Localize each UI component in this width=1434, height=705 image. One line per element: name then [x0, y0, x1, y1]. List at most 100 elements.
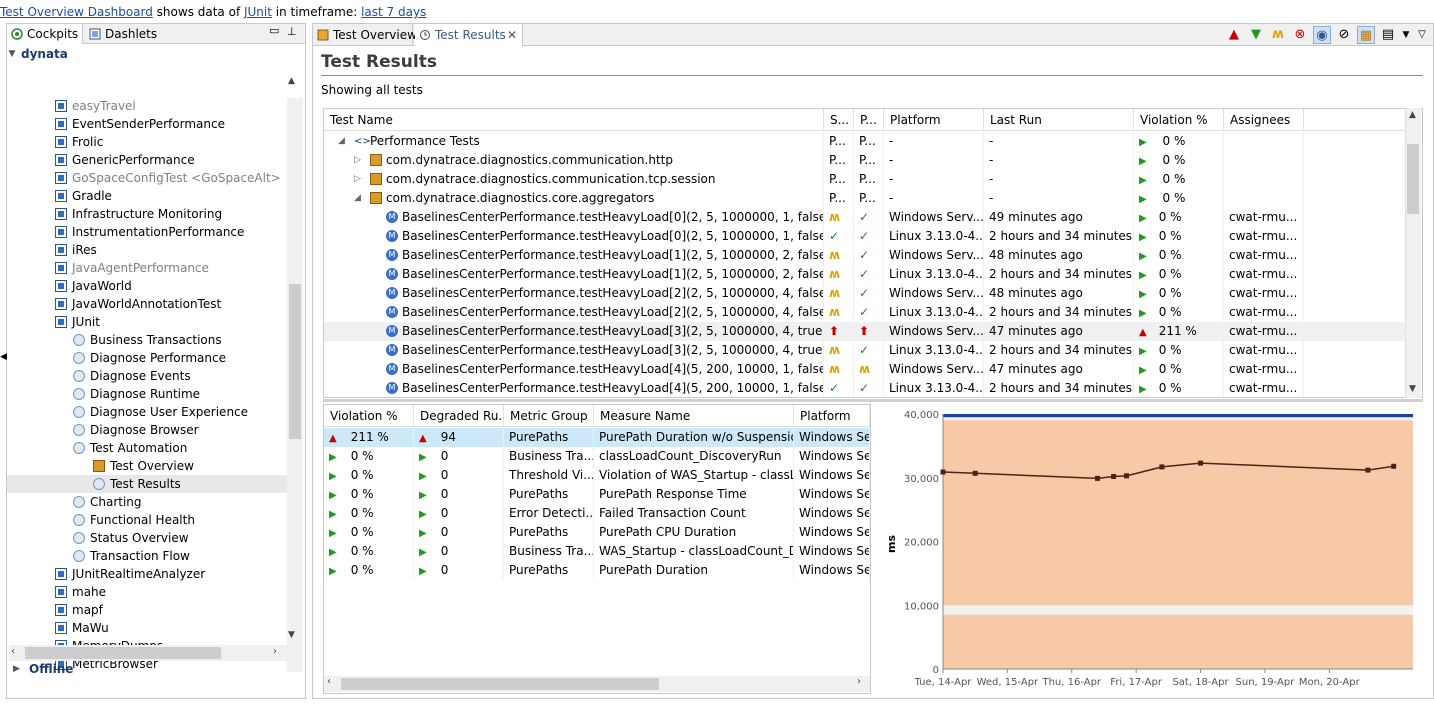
- tree-item[interactable]: JavaWorldAnnotationTest: [7, 295, 287, 313]
- table-row[interactable]: ▶ 0 % ▶ 0 Threshold Vi... Violation of WAS_St…: [324, 466, 870, 485]
- expand-arrow-icon[interactable]: ▷: [354, 170, 361, 189]
- table-row[interactable]: M BaselinesCenterPerformance.testHeavyLoa…: [324, 227, 1406, 246]
- column-header[interactable]: Platform: [884, 109, 984, 131]
- tree-item[interactable]: Test Automation: [7, 439, 287, 457]
- tree-item[interactable]: JUnit: [7, 313, 287, 331]
- system-profile-link[interactable]: JUnit: [244, 5, 272, 19]
- arrow-down-icon[interactable]: ▼: [1247, 26, 1265, 44]
- hide-icon[interactable]: ⊘: [1335, 26, 1353, 44]
- tree-item[interactable]: mahe: [7, 583, 287, 601]
- table-row[interactable]: ▷ com.dynatrace.diagnostics.communication…: [324, 151, 1406, 170]
- expand-arrow-icon[interactable]: ▼: [7, 45, 17, 63]
- table-row[interactable]: ◢ <> Performance Tests P... P... - - ▶ 0 %: [324, 132, 1406, 151]
- tree-item[interactable]: Business Transactions: [7, 331, 287, 349]
- tree-item[interactable]: Diagnose Events: [7, 367, 287, 385]
- tree-hscroll-thumb[interactable]: [25, 647, 221, 659]
- expand-arrow-icon[interactable]: ◢: [354, 189, 361, 208]
- tree-item[interactable]: Diagnose Performance: [7, 349, 287, 367]
- tree-item[interactable]: Test Overview: [7, 457, 287, 475]
- tree-item[interactable]: Test Results: [7, 475, 287, 493]
- column-header[interactable]: Violation %: [324, 405, 414, 427]
- tab-test-overview[interactable]: Test Overview: [313, 24, 417, 46]
- table-row[interactable]: M BaselinesCenterPerformance.testHeavyLoa…: [324, 360, 1406, 379]
- tree-item[interactable]: Diagnose Runtime: [7, 385, 287, 403]
- tree-item[interactable]: easyTravel: [7, 97, 287, 115]
- tree-item[interactable]: GoSpaceConfigTest <GoSpaceAlt>: [7, 169, 287, 187]
- tree-item[interactable]: Gradle: [7, 187, 287, 205]
- table-row[interactable]: ▶ 0 % ▶ 0 PurePaths PurePath Response Time Win…: [324, 485, 870, 504]
- grid-icon[interactable]: ▦: [1357, 26, 1375, 44]
- tab-test-results[interactable]: Test Results ✕: [415, 24, 523, 47]
- tree-item[interactable]: iRes: [7, 241, 287, 259]
- table-row[interactable]: M BaselinesCenterPerformance.testHeavyLoa…: [324, 322, 1406, 341]
- column-header[interactable]: Last Run: [984, 109, 1134, 131]
- scroll-up-icon[interactable]: ▲: [1409, 110, 1416, 120]
- tree-item[interactable]: Status Overview: [7, 529, 287, 547]
- expand-arrow-icon[interactable]: ◢: [338, 132, 345, 151]
- tree-item[interactable]: Transaction Flow: [7, 547, 287, 565]
- tree-item[interactable]: GenericPerformance: [7, 151, 287, 169]
- splitter[interactable]: [323, 399, 1423, 402]
- column-header[interactable]: Violation %: [1134, 109, 1224, 131]
- table-row[interactable]: ▶ 0 % ▶ 0 Business Tra... WAS_Startup - class…: [324, 542, 870, 561]
- table-row[interactable]: M BaselinesCenterPerformance.testHeavyLoa…: [324, 341, 1406, 360]
- tree-item[interactable]: Diagnose Browser: [7, 421, 287, 439]
- scroll-right-icon[interactable]: ›: [273, 646, 277, 657]
- tree-item[interactable]: EventSenderPerformance: [7, 115, 287, 133]
- tree-item[interactable]: JUnitRealtimeAnalyzer: [7, 565, 287, 583]
- table-row[interactable]: ◢ com.dynatrace.diagnostics.core.aggregat…: [324, 189, 1406, 208]
- failed-icon[interactable]: ⊗: [1291, 26, 1309, 44]
- scroll-left-icon[interactable]: ‹: [11, 646, 15, 657]
- tree-item[interactable]: Infrastructure Monitoring: [7, 205, 287, 223]
- tab-cockpits[interactable]: Cockpits: [7, 24, 83, 44]
- tree-item[interactable]: JavaWorld: [7, 277, 287, 295]
- scroll-left-icon[interactable]: ‹: [327, 676, 331, 687]
- table-row[interactable]: M BaselinesCenterPerformance.testHeavyLoa…: [324, 208, 1406, 227]
- minimize-icon[interactable]: ▭: [269, 24, 279, 37]
- tree-item[interactable]: Diagnose User Experience: [7, 403, 287, 421]
- column-header[interactable]: Platform: [794, 405, 870, 427]
- arrow-up-icon[interactable]: ▲: [1225, 26, 1243, 44]
- measure-hscroll-thumb[interactable]: [341, 678, 659, 690]
- column-header[interactable]: Metric Group: [504, 405, 594, 427]
- tree-item[interactable]: JavaAgentPerformance: [7, 259, 287, 277]
- dashboard-link[interactable]: Test Overview Dashboard: [0, 5, 153, 19]
- tree-item[interactable]: InstrumentationPerformance: [7, 223, 287, 241]
- tree-item[interactable]: Frolic: [7, 133, 287, 151]
- table-row[interactable]: M BaselinesCenterPerformance.testHeavyLoa…: [324, 246, 1406, 265]
- scroll-down-icon[interactable]: ▼: [1409, 384, 1416, 394]
- table-row[interactable]: M BaselinesCenterPerformance.testHeavyLoa…: [324, 265, 1406, 284]
- scroll-down-icon[interactable]: ▼: [288, 630, 295, 640]
- tree-item[interactable]: MaWu: [7, 619, 287, 637]
- table-row[interactable]: ▶ 0 % ▶ 0 Business Tra... classLoadCount_Disc…: [324, 447, 870, 466]
- scroll-up-icon[interactable]: ▲: [288, 76, 295, 86]
- column-header[interactable]: Degraded Ru...: [414, 405, 504, 427]
- volatile-icon[interactable]: ʍ: [1269, 26, 1287, 44]
- table-row[interactable]: ▶ 0 % ▶ 0 PurePaths PurePath Duration Windows …: [324, 561, 870, 580]
- column-header[interactable]: Assignees: [1224, 109, 1304, 131]
- expand-arrow-icon[interactable]: ▷: [354, 151, 361, 170]
- tree-item[interactable]: mapf: [7, 601, 287, 619]
- pin-icon[interactable]: ⊥: [287, 25, 297, 38]
- table-scroll-thumb[interactable]: [1407, 144, 1419, 214]
- layout-icon[interactable]: ▤: [1379, 26, 1397, 44]
- table-row[interactable]: ▷ com.dynatrace.diagnostics.communication…: [324, 170, 1406, 189]
- view-menu-icon[interactable]: ▽: [1415, 26, 1429, 44]
- collapse-handle-icon[interactable]: ◀: [0, 352, 7, 362]
- timeframe-link[interactable]: last 7 days: [361, 5, 426, 19]
- column-header[interactable]: S...: [824, 109, 854, 131]
- eye-icon[interactable]: ◉: [1313, 26, 1331, 44]
- tree-item[interactable]: Charting: [7, 493, 287, 511]
- table-row[interactable]: M BaselinesCenterPerformance.testHeavyLoa…: [324, 284, 1406, 303]
- tree-scroll-thumb[interactable]: [289, 284, 301, 439]
- close-tab-icon[interactable]: ✕: [507, 24, 517, 46]
- scroll-right-icon[interactable]: ›: [857, 676, 861, 687]
- dropdown-icon[interactable]: ▼: [1401, 26, 1411, 44]
- tab-dashlets[interactable]: Dashlets: [85, 24, 165, 44]
- expand-arrow-icon[interactable]: ▶: [13, 660, 20, 678]
- table-row[interactable]: ▶ 0 % ▶ 0 PurePaths PurePath CPU Duration Wind…: [324, 523, 870, 542]
- column-header[interactable]: P...: [854, 109, 884, 131]
- tree-item[interactable]: Functional Health: [7, 511, 287, 529]
- tree-item-root[interactable]: ▼ dynata: [7, 45, 287, 63]
- column-header[interactable]: Measure Name: [594, 405, 794, 427]
